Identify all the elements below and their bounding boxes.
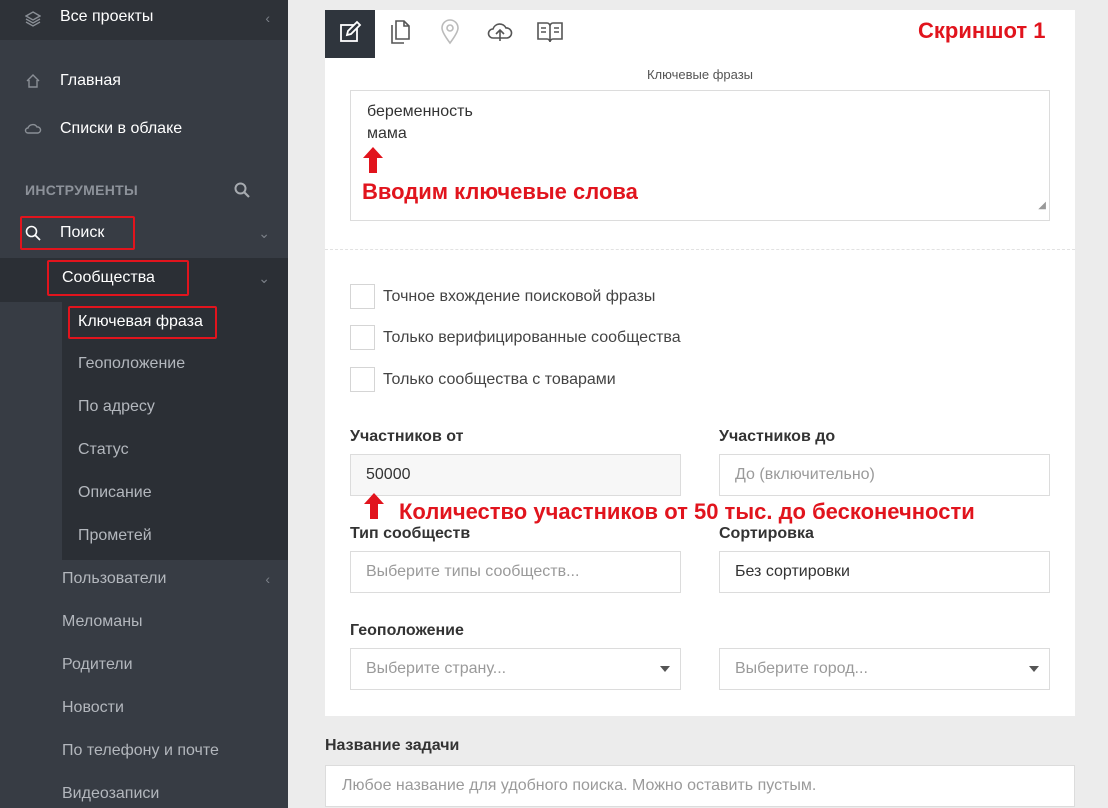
highlight-box [20,216,135,250]
sort-label: Сортировка [719,525,814,542]
checkbox-verified-only[interactable]: Только верифицированные сообщества [350,325,681,350]
sidebar-item-users[interactable]: Пользователи [62,570,166,588]
members-to-label: Участников до [719,428,836,445]
task-name-placeholder: Любое название для удобного поиска. Можн… [342,777,817,794]
checkbox-label: Точное вхождение поисковой фразы [383,287,656,305]
checkbox[interactable] [350,325,375,350]
tab-book[interactable] [525,10,575,58]
sidebar-item-label: Главная [60,72,121,89]
keywords-caption: Ключевые фразы [646,67,754,82]
sidebar-all-projects-label: Все проекты [60,8,154,25]
members-from-value: 50000 [366,466,411,483]
checkbox-label: Только верифицированные сообщества [383,328,681,346]
tab-edit[interactable] [325,10,375,58]
resize-grip-icon[interactable]: ◢ [1038,195,1046,217]
checkbox-exact-phrase[interactable]: Точное вхождение поисковой фразы [350,284,655,309]
task-name-input[interactable]: Любое название для удобного поиска. Можн… [325,765,1075,807]
sidebar-subitem-address[interactable]: По адресу [78,398,155,416]
caret-down-icon [1029,666,1039,672]
sidebar-item-label: Списки в облаке [60,120,183,137]
highlight-box [47,260,189,296]
search-icon[interactable] [234,182,250,203]
submenu-community-search [62,302,288,560]
sidebar-subitem-description[interactable]: Описание [78,484,152,502]
sidebar-subitem-status[interactable]: Статус [78,441,129,459]
keyword-line: беременность [367,103,473,120]
sidebar-item-videos[interactable]: Видеозаписи [62,785,159,803]
checkbox-with-goods[interactable]: Только сообщества с товарами [350,367,616,392]
arrow-up-icon [364,493,384,519]
home-icon [24,72,42,90]
checkbox[interactable] [350,367,375,392]
cloud-icon [24,120,42,138]
community-type-label: Тип сообществ [350,525,471,542]
members-to-placeholder: До (включительно) [735,466,875,483]
arrow-up-icon [363,147,383,173]
cloud-upload-icon [486,20,514,49]
sidebar-subitem-geo[interactable]: Геоположение [78,355,185,373]
layers-icon [24,10,42,28]
sidebar-subitem-prometheus[interactable]: Прометей [78,527,152,545]
members-from-label: Участников от [350,428,464,445]
checkbox-label: Только сообщества с товарами [383,370,616,388]
caret-down-icon [660,666,670,672]
community-type-placeholder: Выберите типы сообществ... [366,563,580,580]
sidebar: Все проекты ‹ Главная Списки в облаке ИН… [0,0,288,808]
geo-label: Геоположение [350,622,464,639]
sidebar-item-home[interactable]: Главная [0,70,288,92]
keyword-line: мама [367,125,407,142]
sidebar-item-cloud-lists[interactable]: Списки в облаке [0,118,288,140]
sidebar-item-music-lovers[interactable]: Меломаны [62,613,143,631]
sidebar-item-parents[interactable]: Родители [62,656,133,674]
tab-location[interactable] [425,10,475,58]
highlight-box [68,306,217,339]
map-pin-icon [440,18,460,50]
country-select[interactable]: Выберите страну... [350,648,681,690]
members-to-input[interactable]: До (включительно) [719,454,1050,496]
chevron-left-icon: ‹ [265,10,270,26]
tab-documents[interactable] [375,10,425,58]
screenshot-label: Скриншот 1 [918,18,1046,43]
members-from-input[interactable]: 50000 [350,454,681,496]
sidebar-item-phone-email[interactable]: По телефону и почте [62,742,219,760]
edit-icon [338,20,362,49]
community-type-select[interactable]: Выберите типы сообществ... [350,551,681,593]
checkbox[interactable] [350,284,375,309]
country-placeholder: Выберите страну... [366,660,507,677]
sort-value: Без сортировки [735,563,850,580]
tab-cloud-upload[interactable] [475,10,525,58]
city-select[interactable]: Выберите город... [719,648,1050,690]
chevron-left-icon: ‹ [265,571,270,587]
section-title-tools: ИНСТРУМЕНТЫ [25,182,139,198]
chevron-down-icon: ⌄ [258,224,270,241]
keywords-annotation: Вводим ключевые слова [362,179,638,204]
divider [325,249,1075,250]
sort-select[interactable]: Без сортировки [719,551,1050,593]
city-placeholder: Выберите город... [735,660,868,677]
members-annotation: Количество участников от 50 тыс. до беск… [399,499,975,524]
sidebar-item-news[interactable]: Новости [62,699,124,717]
sidebar-all-projects[interactable]: Все проекты ‹ [0,0,288,40]
book-icon [536,20,564,49]
chevron-down-icon: ⌄ [258,270,270,286]
task-name-label: Название задачи [325,737,460,754]
documents-icon [388,19,412,50]
